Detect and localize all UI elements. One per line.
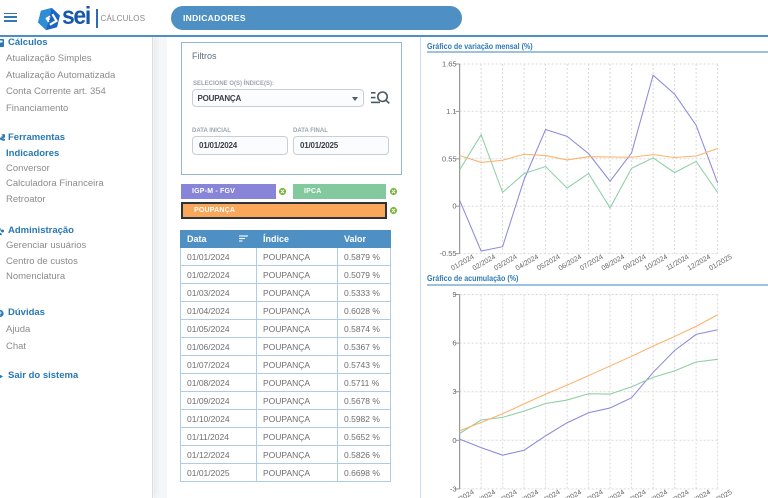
svg-text:10/2024: 10/2024	[644, 254, 670, 273]
svg-text:11/2024: 11/2024	[665, 489, 690, 498]
svg-text:12/2024: 12/2024	[687, 489, 713, 498]
svg-text:08/2024: 08/2024	[601, 254, 627, 273]
svg-text:0: 0	[452, 202, 456, 211]
svg-text:-0.55: -0.55	[439, 249, 456, 258]
svg-text:02/2024: 02/2024	[472, 254, 498, 273]
svg-text:9: 9	[452, 290, 456, 299]
svg-text:6: 6	[452, 339, 456, 348]
svg-text:06/2024: 06/2024	[558, 254, 584, 273]
svg-text:09/2024: 09/2024	[622, 254, 648, 273]
svg-text:07/2024: 07/2024	[579, 254, 605, 273]
svg-text:01/2025: 01/2025	[708, 489, 734, 498]
svg-text:0.55: 0.55	[442, 154, 457, 163]
svg-text:04/2024: 04/2024	[515, 489, 541, 498]
svg-text:0: 0	[452, 436, 456, 445]
svg-text:?: ?	[0, 312, 2, 318]
svg-text:12/2024: 12/2024	[687, 254, 713, 273]
svg-text:10/2024: 10/2024	[644, 489, 670, 498]
svg-text:05/2024: 05/2024	[536, 254, 562, 273]
svg-text:03/2024: 03/2024	[493, 489, 519, 498]
svg-text:04/2024: 04/2024	[515, 254, 541, 273]
svg-text:3: 3	[452, 387, 456, 396]
svg-text:08/2024: 08/2024	[601, 489, 627, 498]
svg-text:-3: -3	[450, 484, 457, 493]
svg-text:01/2025: 01/2025	[708, 254, 734, 273]
svg-text:1.65: 1.65	[442, 60, 457, 69]
svg-text:07/2024: 07/2024	[579, 489, 605, 498]
svg-text:03/2024: 03/2024	[493, 254, 519, 273]
svg-text:02/2024: 02/2024	[472, 489, 498, 498]
svg-text:09/2024: 09/2024	[622, 489, 648, 498]
svg-text:06/2024: 06/2024	[558, 489, 584, 498]
svg-text:05/2024: 05/2024	[536, 489, 562, 498]
svg-text:11/2024: 11/2024	[665, 254, 690, 273]
svg-text:1.1: 1.1	[446, 107, 456, 116]
